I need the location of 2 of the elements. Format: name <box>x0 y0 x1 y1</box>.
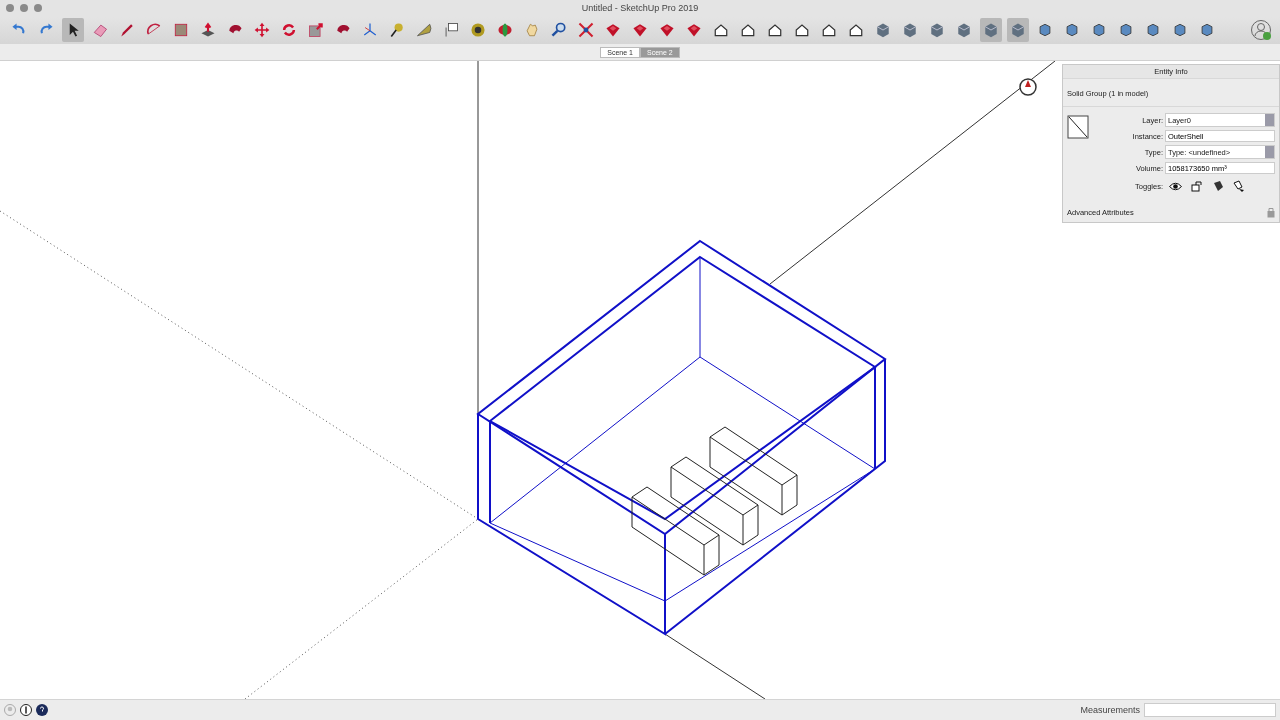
measurements-label: Measurements <box>1080 705 1140 716</box>
window-title: Untitled - SketchUp Pro 2019 <box>581 3 699 14</box>
